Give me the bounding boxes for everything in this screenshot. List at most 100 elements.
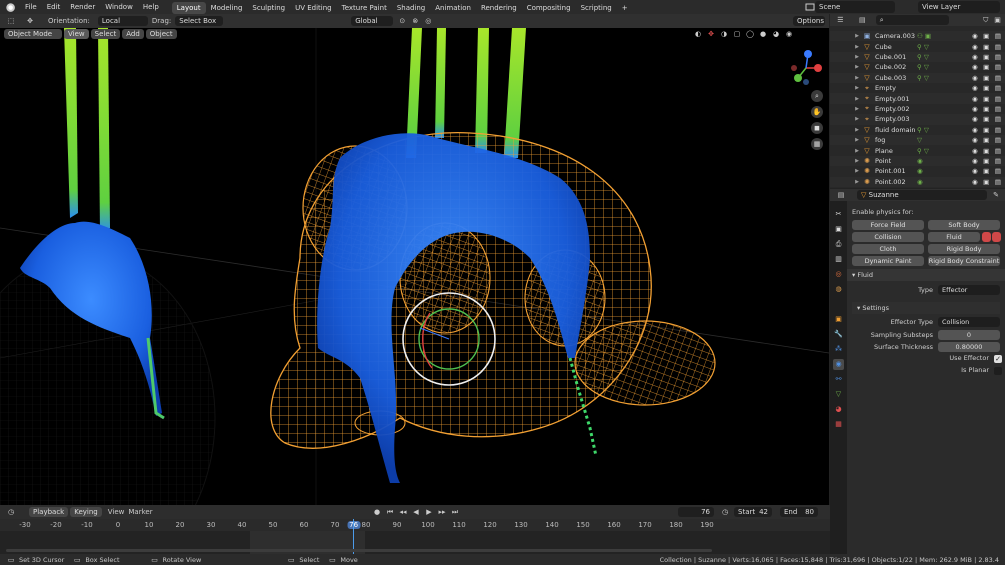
render-icon[interactable]: ▤ [995,105,1001,113]
eye-icon[interactable]: ◉ [972,136,978,144]
zoom-icon[interactable]: ⌕ [811,90,823,102]
force-field-button[interactable]: Force Field [852,220,924,230]
dynamic-paint-button[interactable]: Dynamic Paint [852,256,924,266]
select-tool-icon[interactable]: ⬚ [6,16,16,26]
world-tab-icon[interactable]: ◍ [833,284,844,295]
expand-triangle-icon[interactable]: ▶ [850,33,862,39]
render-icon[interactable]: ▤ [995,136,1001,144]
outliner-row[interactable]: ▶ ⌖ Empty ◉ ▣ ▤ [830,83,1005,94]
collision-button[interactable]: Collision [852,232,924,242]
outliner-row[interactable]: ▶ ▽ Cube.002 ⚲ ▽ ◉ ▣ ▤ [830,62,1005,73]
camera-view-icon[interactable]: ◼ [811,122,823,134]
fluid-remove-icon[interactable] [992,232,1001,242]
transform-icon[interactable]: ✥ [25,16,35,26]
expand-triangle-icon[interactable]: ▶ [850,75,862,81]
outliner-row[interactable]: ▶ ▽ fluid domain ⚲ ▽ ◉ ▣ ▤ [830,124,1005,135]
object-mode-dropdown[interactable]: Object Mode [4,29,62,39]
fluid-enabled-icon[interactable] [982,232,991,242]
render-icon[interactable]: ▤ [995,157,1001,165]
solid-shading-icon[interactable]: ● [758,29,768,39]
record-icon[interactable]: ● [372,507,382,517]
output-tab-icon[interactable]: ⎙ [833,239,844,250]
current-frame-field[interactable]: 76 [678,507,714,517]
render-icon[interactable]: ▤ [995,178,1001,186]
expand-triangle-icon[interactable]: ▶ [850,158,862,164]
gizmo-toggle-icon[interactable]: ✥ [706,29,716,39]
cloth-button[interactable]: Cloth [852,244,924,254]
expand-triangle-icon[interactable]: ▶ [850,96,862,102]
view-layer-tab-icon[interactable]: ▥ [833,254,844,265]
type-dropdown[interactable]: Effector [938,285,1000,295]
expand-triangle-icon[interactable]: ▶ [850,168,862,174]
outliner-row[interactable]: ▶ ⌖ Empty.002 ◉ ▣ ▤ [830,103,1005,115]
properties-editor-type-icon[interactable]: ▤ [836,190,846,200]
wireframe-shading-icon[interactable]: ◯ [745,29,755,39]
render-camera-icon[interactable]: ▣ [983,84,989,92]
playback-menu[interactable]: Playback [29,507,69,517]
view-layer-selector[interactable]: View Layer [918,1,1000,13]
timeline-scrollbar[interactable] [6,549,712,552]
add-workspace-button[interactable]: + [617,2,633,14]
eye-icon[interactable]: ◉ [972,126,978,134]
snap-icon[interactable]: ⊗ [410,16,420,26]
outliner-row[interactable]: ▶ ✺ Point ◉ ◉ ▣ ▤ [830,155,1005,167]
particles-tab-icon[interactable]: ⁂ [833,344,844,355]
outliner-row[interactable]: ▶ ▽ Cube ⚲ ▽ ◉ ▣ ▤ [830,41,1005,52]
expand-triangle-icon[interactable]: ▶ [850,54,862,60]
render-camera-icon[interactable]: ▣ [983,136,989,144]
tool-tab-icon[interactable]: ✂ [833,209,844,220]
outliner-row[interactable]: ▶ ✺ Point.001 ◉ ◉ ▣ ▤ [830,166,1005,177]
eye-icon[interactable]: ◉ [972,43,978,51]
is-planar-checkbox[interactable] [994,367,1002,375]
expand-triangle-icon[interactable]: ▶ [850,85,862,91]
new-collection-icon[interactable]: ▣ [993,15,1002,25]
expand-triangle-icon[interactable]: ▶ [850,127,862,133]
eye-icon[interactable]: ◉ [972,147,978,155]
render-camera-icon[interactable]: ▣ [983,126,989,134]
eye-icon[interactable]: ◉ [972,167,978,175]
soft-body-button[interactable]: Soft Body [928,220,1000,230]
menu-help[interactable]: Help [138,0,164,14]
effector-type-dropdown[interactable]: Collision [938,317,1000,327]
data-tab-icon[interactable]: ▽ [833,389,844,400]
render-icon[interactable]: ▤ [995,147,1001,155]
outliner-row[interactable]: ▶ ▣ Camera.003 ⚇ ▣ ◉ ▣ ▤ [830,31,1005,42]
outliner-row[interactable]: ▶ ▽ Plane ⚲ ▽ ◉ ▣ ▤ [830,145,1005,156]
add-menu[interactable]: Add [122,29,144,39]
render-camera-icon[interactable]: ▣ [983,178,989,186]
perspective-grid-icon[interactable]: ▦ [811,138,823,150]
render-icon[interactable]: ▤ [995,95,1001,103]
eye-icon[interactable]: ◉ [972,84,978,92]
settings-subpanel-header[interactable]: ▾ Settings [852,302,1000,314]
render-icon[interactable]: ▤ [995,74,1001,82]
scene-selector[interactable]: Scene [815,1,895,13]
tab-compositing[interactable]: Compositing [522,2,576,14]
render-camera-icon[interactable]: ▣ [983,53,989,61]
surface-thickness-field[interactable]: 0.80000 [938,342,1000,352]
expand-triangle-icon[interactable]: ▶ [850,148,862,154]
drag-dropdown[interactable]: Select Box [175,16,224,26]
proportional-edit-icon[interactable]: ◎ [423,16,433,26]
eye-icon[interactable]: ◉ [972,157,978,165]
timeline-view-menu[interactable]: View [108,508,125,516]
pin-icon[interactable]: ✎ [991,190,1001,200]
menu-file[interactable]: File [20,0,42,14]
fluid-button[interactable]: Fluid [928,232,980,242]
pan-hand-icon[interactable]: ✋ [811,106,823,118]
expand-triangle-icon[interactable]: ▶ [850,106,862,112]
3d-viewport[interactable]: Object Mode View Select Add Object ◐ ✥ ◑… [0,28,829,505]
menu-edit[interactable]: Edit [42,0,66,14]
transform-orientation-dropdown[interactable]: Global [351,16,394,26]
modifiers-tab-icon[interactable]: 🔧 [833,329,844,340]
jump-end-icon[interactable]: ⏭ [450,507,460,517]
menu-render[interactable]: Render [65,0,100,14]
render-camera-icon[interactable]: ▣ [983,43,989,51]
navigation-gizmo[interactable] [786,46,826,86]
eye-icon[interactable]: ◉ [972,105,978,113]
material-shading-icon[interactable]: ◕ [771,29,781,39]
eye-icon[interactable]: ◉ [972,53,978,61]
eye-icon[interactable]: ◉ [972,32,978,40]
expand-triangle-icon[interactable]: ▶ [850,137,862,143]
use-effector-checkbox[interactable]: ✓ [994,355,1002,363]
render-camera-icon[interactable]: ▣ [983,115,989,123]
